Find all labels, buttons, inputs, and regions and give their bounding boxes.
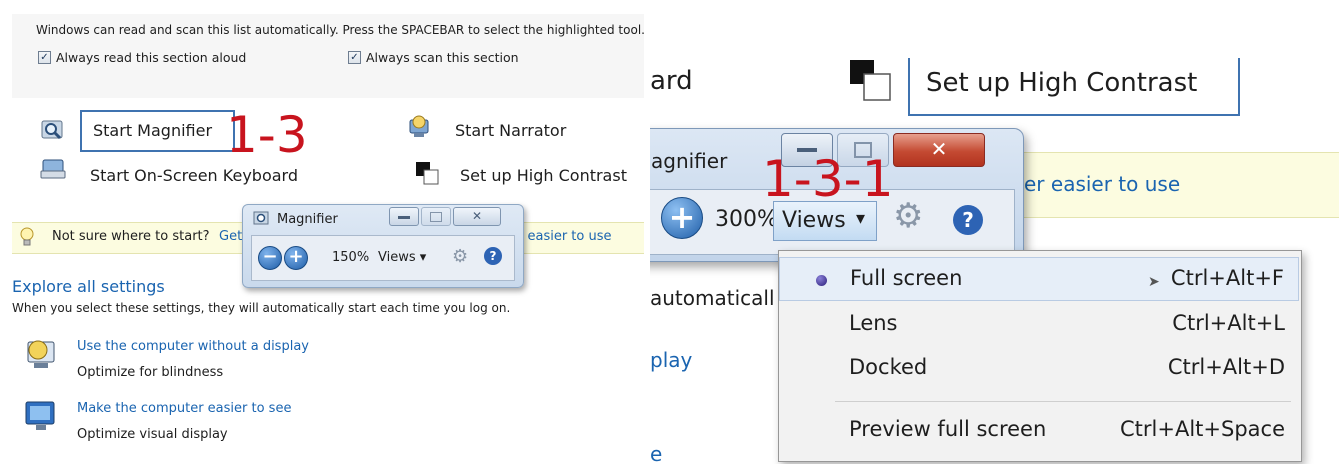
checkbox-checked-icon[interactable]: ✓: [38, 51, 51, 64]
menu-item-label: Lens: [849, 311, 898, 335]
menu-item-lens[interactable]: Lens Ctrl+Alt+L: [779, 303, 1299, 347]
setting-link-see[interactable]: Make the computer easier to see: [77, 401, 291, 416]
views-menu: Full screen ➤ Ctrl+Alt+F Lens Ctrl+Alt+L…: [778, 250, 1302, 462]
setup-high-contrast-link[interactable]: Set up High Contrast: [460, 166, 627, 185]
tip-link-end[interactable]: er easier to use: [1024, 172, 1180, 196]
step-label-1-3: 1-3: [226, 106, 308, 164]
views-label: Views: [782, 208, 846, 233]
high-contrast-icon: [416, 162, 439, 185]
radio-selected-icon: [816, 275, 827, 286]
gear-icon[interactable]: ⚙: [452, 246, 468, 267]
display-link-text[interactable]: play: [650, 348, 692, 372]
narrator-icon: [409, 115, 429, 137]
menu-item-shortcut: Ctrl+Alt+L: [1172, 311, 1285, 335]
gear-icon[interactable]: ⚙: [893, 199, 923, 233]
menu-item-docked[interactable]: Docked Ctrl+Alt+D: [779, 347, 1299, 391]
zoom-in-icon[interactable]: +: [284, 246, 308, 270]
tip-text: Not sure where to start?: [52, 229, 210, 244]
explore-all-settings-subtitle: When you select these settings, they wil…: [12, 301, 511, 315]
minimize-icon: [398, 216, 410, 219]
views-label: Views: [378, 250, 416, 265]
setting-link-blind[interactable]: Use the computer without a display: [77, 339, 309, 354]
checkbox-checked-icon[interactable]: ✓: [348, 51, 361, 64]
zoom-out-icon[interactable]: −: [258, 246, 282, 270]
menu-separator: [835, 401, 1291, 402]
keyboard-icon: [40, 159, 66, 179]
automatically-text: automaticall: [650, 286, 775, 310]
window-title: Magnifier: [277, 212, 338, 227]
explore-all-settings-heading: Explore all settings: [12, 277, 165, 296]
step-label-1-3-1: 1-3-1: [762, 150, 894, 208]
help-icon[interactable]: ?: [484, 247, 502, 265]
zoom-level: 150%: [332, 250, 370, 265]
lightbulb-icon: [20, 227, 34, 246]
high-contrast-icon: [850, 60, 891, 101]
setup-high-contrast-link[interactable]: Set up High Contrast: [926, 68, 1197, 98]
cut-link-text[interactable]: e: [650, 442, 662, 464]
magnifier-icon: [41, 120, 63, 140]
views-dropdown[interactable]: Views ▾: [378, 250, 426, 265]
setting-sub-see: Optimize visual display: [77, 427, 228, 442]
read-aloud-label: Always read this section aloud: [56, 50, 247, 65]
mouse-cursor-icon: ➤: [1148, 274, 1160, 290]
magnifier-toolbar: − + 150% Views ▾ ⚙ ?: [251, 235, 515, 281]
start-narrator-link[interactable]: Start Narrator: [455, 121, 566, 140]
close-icon: ✕: [471, 209, 483, 223]
chevron-down-icon: ▾: [856, 208, 866, 229]
instruction-text: Windows can read and scan this list auto…: [36, 23, 645, 37]
setting-sub-blind: Optimize for blindness: [77, 365, 224, 380]
scan-label: Always scan this section: [366, 50, 519, 65]
menu-item-label: Preview full screen: [849, 417, 1047, 441]
start-on-screen-keyboard-link[interactable]: Start On-Screen Keyboard: [90, 166, 298, 185]
close-button[interactable]: ✕: [453, 207, 501, 226]
maximize-icon: [430, 212, 442, 222]
magnifier-window-small[interactable]: Magnifier ✕ − + 150% Views ▾ ⚙ ?: [242, 204, 524, 288]
magnifier-app-icon: [253, 211, 269, 225]
minimize-button[interactable]: [389, 207, 419, 226]
tip-link-end[interactable]: r easier to use: [518, 229, 612, 244]
maximize-button[interactable]: [421, 207, 451, 226]
menu-item-label: Full screen: [850, 266, 963, 290]
zoom-in-icon[interactable]: +: [661, 197, 703, 239]
tip-link-start[interactable]: Get: [219, 229, 242, 244]
menu-item-label: Docked: [849, 355, 928, 379]
menu-item-full-screen[interactable]: Full screen ➤ Ctrl+Alt+F: [779, 257, 1299, 301]
menu-item-shortcut: Ctrl+Alt+D: [1167, 355, 1285, 379]
scan-checkbox-row[interactable]: ✓ Always scan this section: [348, 50, 519, 65]
help-icon[interactable]: ?: [953, 205, 983, 235]
start-magnifier-link[interactable]: Start Magnifier: [93, 121, 212, 140]
menu-item-shortcut: Ctrl+Alt+F: [1170, 266, 1284, 290]
cut-keyboard-text: ard: [650, 66, 693, 96]
ease-of-access-panel-left: Windows can read and scan this list auto…: [0, 0, 650, 464]
computer-blind-icon: [27, 340, 55, 368]
read-aloud-checkbox-row[interactable]: ✓ Always read this section aloud: [38, 50, 246, 65]
menu-item-preview-full-screen[interactable]: Preview full screen Ctrl+Alt+Space: [779, 409, 1299, 453]
close-icon: ✕: [930, 137, 948, 161]
zoom-level: 300%: [715, 207, 778, 232]
menu-item-shortcut: Ctrl+Alt+Space: [1120, 417, 1285, 441]
close-button[interactable]: ✕: [893, 133, 985, 167]
chevron-down-icon: ▾: [419, 250, 427, 265]
window-title: agnifier: [651, 149, 728, 173]
computer-see-icon: [25, 401, 55, 430]
